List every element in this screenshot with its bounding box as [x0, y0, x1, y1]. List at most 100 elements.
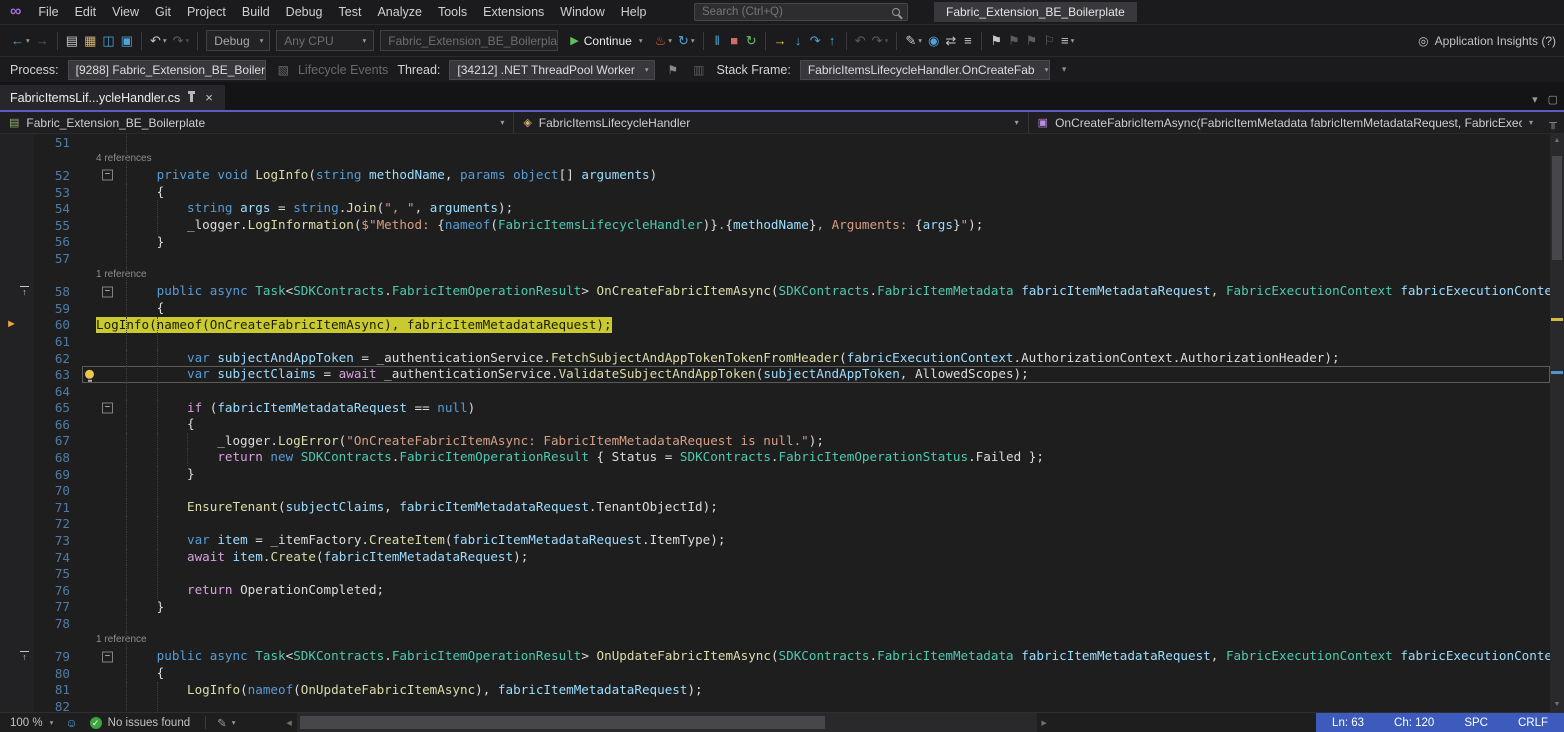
code-text[interactable]: [82, 482, 1550, 499]
breakpoint-gutter[interactable]: [0, 632, 34, 649]
menu-item-help[interactable]: Help: [613, 0, 655, 24]
code-text[interactable]: [82, 615, 1550, 632]
code-text[interactable]: − public async Task<SDKContracts.FabricI…: [82, 283, 1550, 300]
document-health-indicator[interactable]: ✓ No issues found: [82, 717, 198, 729]
stack-frame-combo[interactable]: FabricItemsLifecycleHandler.OnCreateFab …: [800, 60, 1050, 80]
project-dropdown[interactable]: ▤ Fabric_Extension_BE_Boilerplate ▾: [0, 112, 514, 133]
save-all-icon[interactable]: ▣: [118, 30, 136, 51]
code-text[interactable]: await item.Create(fabricItemMetadataRequ…: [82, 549, 1550, 566]
breakpoint-gutter[interactable]: [0, 599, 34, 616]
code-text[interactable]: return OperationCompleted;: [82, 582, 1550, 599]
editor-tools-button[interactable]: ✎ ▾: [213, 716, 239, 730]
code-text[interactable]: − private void LogInfo(string methodName…: [82, 167, 1550, 184]
code-cleanup-icon[interactable]: ✎▾: [902, 30, 925, 51]
breakpoint-gutter[interactable]: [0, 665, 34, 682]
code-text[interactable]: {: [82, 416, 1550, 433]
breakpoint-gutter[interactable]: [0, 682, 34, 699]
breakpoint-gutter[interactable]: [0, 400, 34, 417]
breakpoint-gutter[interactable]: [0, 383, 34, 400]
code-text[interactable]: }: [82, 599, 1550, 616]
code-text[interactable]: }: [82, 234, 1550, 251]
show-next-statement-icon[interactable]: →: [771, 30, 790, 51]
code-text[interactable]: [82, 250, 1550, 267]
scroll-up-icon[interactable]: ▲: [1550, 134, 1564, 148]
code-text[interactable]: − public async Task<SDKContracts.FabricI…: [82, 648, 1550, 665]
scroll-down-icon[interactable]: ▼: [1550, 698, 1564, 712]
scroll-right-icon[interactable]: ▶: [1037, 719, 1052, 727]
code-text[interactable]: }: [82, 466, 1550, 483]
codelens-references[interactable]: 4 references: [96, 151, 152, 168]
line-numbers-icon[interactable]: ≡: [959, 30, 976, 51]
break-all-icon[interactable]: ‖: [709, 30, 726, 51]
code-text[interactable]: return new SDKContracts.FabricItemOperat…: [82, 449, 1550, 466]
step-into-icon[interactable]: ↓: [790, 30, 807, 51]
codelens-text[interactable]: 4 references: [82, 151, 1550, 168]
breakpoint-gutter[interactable]: [0, 300, 34, 317]
stop-icon[interactable]: ■: [726, 30, 743, 51]
code-text[interactable]: LogInfo(nameof(OnCreateFabricItemAsync),…: [82, 317, 1550, 334]
codelens-references[interactable]: 1 reference: [96, 632, 147, 649]
vertical-scrollbar[interactable]: ▲ ▼: [1550, 134, 1564, 712]
step-over-icon[interactable]: ↷: [807, 30, 824, 51]
scroll-left-icon[interactable]: ◀: [282, 719, 297, 727]
breakpoint-gutter[interactable]: [0, 466, 34, 483]
breakpoint-gutter[interactable]: [0, 350, 34, 367]
breakpoint-gutter[interactable]: [0, 582, 34, 599]
undo-icon[interactable]: ↶▾: [147, 30, 170, 51]
fold-toggle-icon[interactable]: −: [102, 402, 113, 413]
breakpoint-gutter[interactable]: [0, 615, 34, 632]
menu-item-file[interactable]: File: [30, 0, 66, 24]
code-text[interactable]: EnsureTenant(subjectClaims, fabricItemMe…: [82, 499, 1550, 516]
code-text[interactable]: {: [82, 300, 1550, 317]
breakpoint-gutter[interactable]: [0, 366, 34, 383]
menu-item-test[interactable]: Test: [331, 0, 370, 24]
quick-search-box[interactable]: [694, 3, 908, 21]
back-icon[interactable]: ←▾: [8, 30, 33, 51]
code-text[interactable]: [82, 516, 1550, 533]
code-text[interactable]: [82, 333, 1550, 350]
breakpoint-gutter[interactable]: [0, 565, 34, 582]
fold-toggle-icon[interactable]: −: [102, 651, 113, 662]
menu-item-edit[interactable]: Edit: [67, 0, 105, 24]
float-window-icon[interactable]: ▢: [1548, 93, 1558, 106]
code-area[interactable]: 51 4 references52− private void LogInfo(…: [0, 134, 1550, 712]
open-file-icon[interactable]: ▦: [81, 30, 99, 51]
split-icon[interactable]: ╥: [1542, 112, 1564, 133]
vertical-scrollbar-thumb[interactable]: [1552, 156, 1562, 260]
fold-toggle-icon[interactable]: −: [102, 170, 113, 181]
breakpoint-gutter[interactable]: [0, 184, 34, 201]
code-text[interactable]: [82, 565, 1550, 582]
thread-combo[interactable]: [34212] .NET ThreadPool Worker ▾: [449, 60, 655, 80]
code-text[interactable]: string args = string.Join(", ", argument…: [82, 200, 1550, 217]
code-editor[interactable]: 51 4 references52− private void LogInfo(…: [0, 134, 1564, 712]
code-text[interactable]: var subjectClaims = await _authenticatio…: [82, 366, 1550, 383]
breakpoint-gutter[interactable]: [0, 433, 34, 450]
breakpoint-gutter[interactable]: [0, 698, 34, 712]
compare-icon[interactable]: ⇄: [942, 30, 959, 51]
breakpoint-gutter[interactable]: [0, 549, 34, 566]
pin-icon[interactable]: [190, 94, 193, 102]
menu-item-tools[interactable]: Tools: [430, 0, 475, 24]
bookmark-toggle-icon[interactable]: ⚑: [987, 30, 1005, 51]
fold-toggle-icon[interactable]: −: [102, 286, 113, 297]
menu-item-debug[interactable]: Debug: [278, 0, 331, 24]
zoom-control[interactable]: 100 % ▾: [0, 717, 61, 729]
restart-debug-icon[interactable]: ↻: [743, 30, 760, 51]
code-text[interactable]: [82, 698, 1550, 712]
feedback-icon[interactable]: ☺: [61, 716, 81, 730]
code-text[interactable]: var item = _itemFactory.CreateItem(fabri…: [82, 532, 1550, 549]
breakpoint-gutter[interactable]: ↑: [0, 648, 34, 665]
code-text[interactable]: LogInfo(nameof(OnUpdateFabricItemAsync),…: [82, 682, 1550, 699]
code-text[interactable]: {: [82, 665, 1550, 682]
code-text[interactable]: [82, 134, 1550, 151]
breakpoint-gutter[interactable]: [0, 217, 34, 234]
breakpoint-gutter[interactable]: [0, 482, 34, 499]
menu-item-git[interactable]: Git: [147, 0, 179, 24]
current-statement-highlight[interactable]: LogInfo(nameof(OnCreateFabricItemAsync),…: [96, 317, 612, 334]
process-combo[interactable]: [9288] Fabric_Extension_BE_Boilerp ▾: [68, 60, 266, 80]
member-dropdown[interactable]: ▣ OnCreateFabricItemAsync(FabricItemMeta…: [1029, 112, 1542, 133]
overflow-chevron-icon[interactable]: ▾: [1059, 64, 1070, 75]
breakpoint-gutter[interactable]: ↑: [0, 283, 34, 300]
code-text[interactable]: [82, 383, 1550, 400]
type-dropdown[interactable]: ◈ FabricItemsLifecycleHandler ▾: [514, 112, 1028, 133]
